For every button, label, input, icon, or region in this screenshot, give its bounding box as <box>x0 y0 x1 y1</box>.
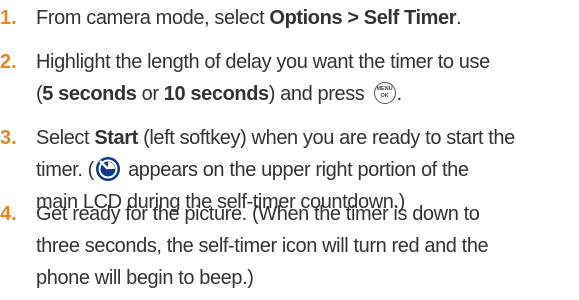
step-text: From camera mode, select Options > Self … <box>36 2 571 34</box>
text: . <box>456 7 462 29</box>
step-text: Highlight the length of delay you want t… <box>36 46 571 110</box>
icon-label-top: MENU <box>376 85 393 92</box>
text: (left softkey) when you are ready to sta… <box>137 127 515 149</box>
step-text: Get ready for the picture. (When the tim… <box>36 198 571 294</box>
step-number: 3. <box>0 127 17 149</box>
self-timer-icon <box>94 155 121 182</box>
text-line: three seconds, the self-timer icon will … <box>36 235 489 257</box>
instruction-steps: 1. From camera mode, select Options > Se… <box>0 0 579 300</box>
text: From camera mode, select <box>36 7 270 29</box>
step-number: 2. <box>0 51 17 73</box>
text: ) and press <box>268 83 370 105</box>
icon-label-bottom: OK <box>380 92 389 99</box>
text: Select <box>36 127 95 149</box>
text: . <box>396 83 403 105</box>
menu-ok-key-icon: MENU OK <box>373 81 396 104</box>
option-10-seconds: 10 seconds <box>163 83 269 105</box>
step-number: 1. <box>0 7 17 29</box>
text: appears on the upper right portion of th… <box>122 159 469 181</box>
text: timer. ( <box>36 159 94 181</box>
step-number: 4. <box>0 203 17 225</box>
text-line: phone will begin to beep.) <box>36 267 254 289</box>
text-line: Get ready for the picture. (When the tim… <box>36 203 480 225</box>
text-line: Highlight the length of delay you want t… <box>36 51 490 73</box>
menu-path: Options > Self Timer <box>269 7 457 29</box>
text: or <box>136 83 164 105</box>
start-label: Start <box>94 127 138 149</box>
option-5-seconds: 5 seconds <box>42 83 137 105</box>
